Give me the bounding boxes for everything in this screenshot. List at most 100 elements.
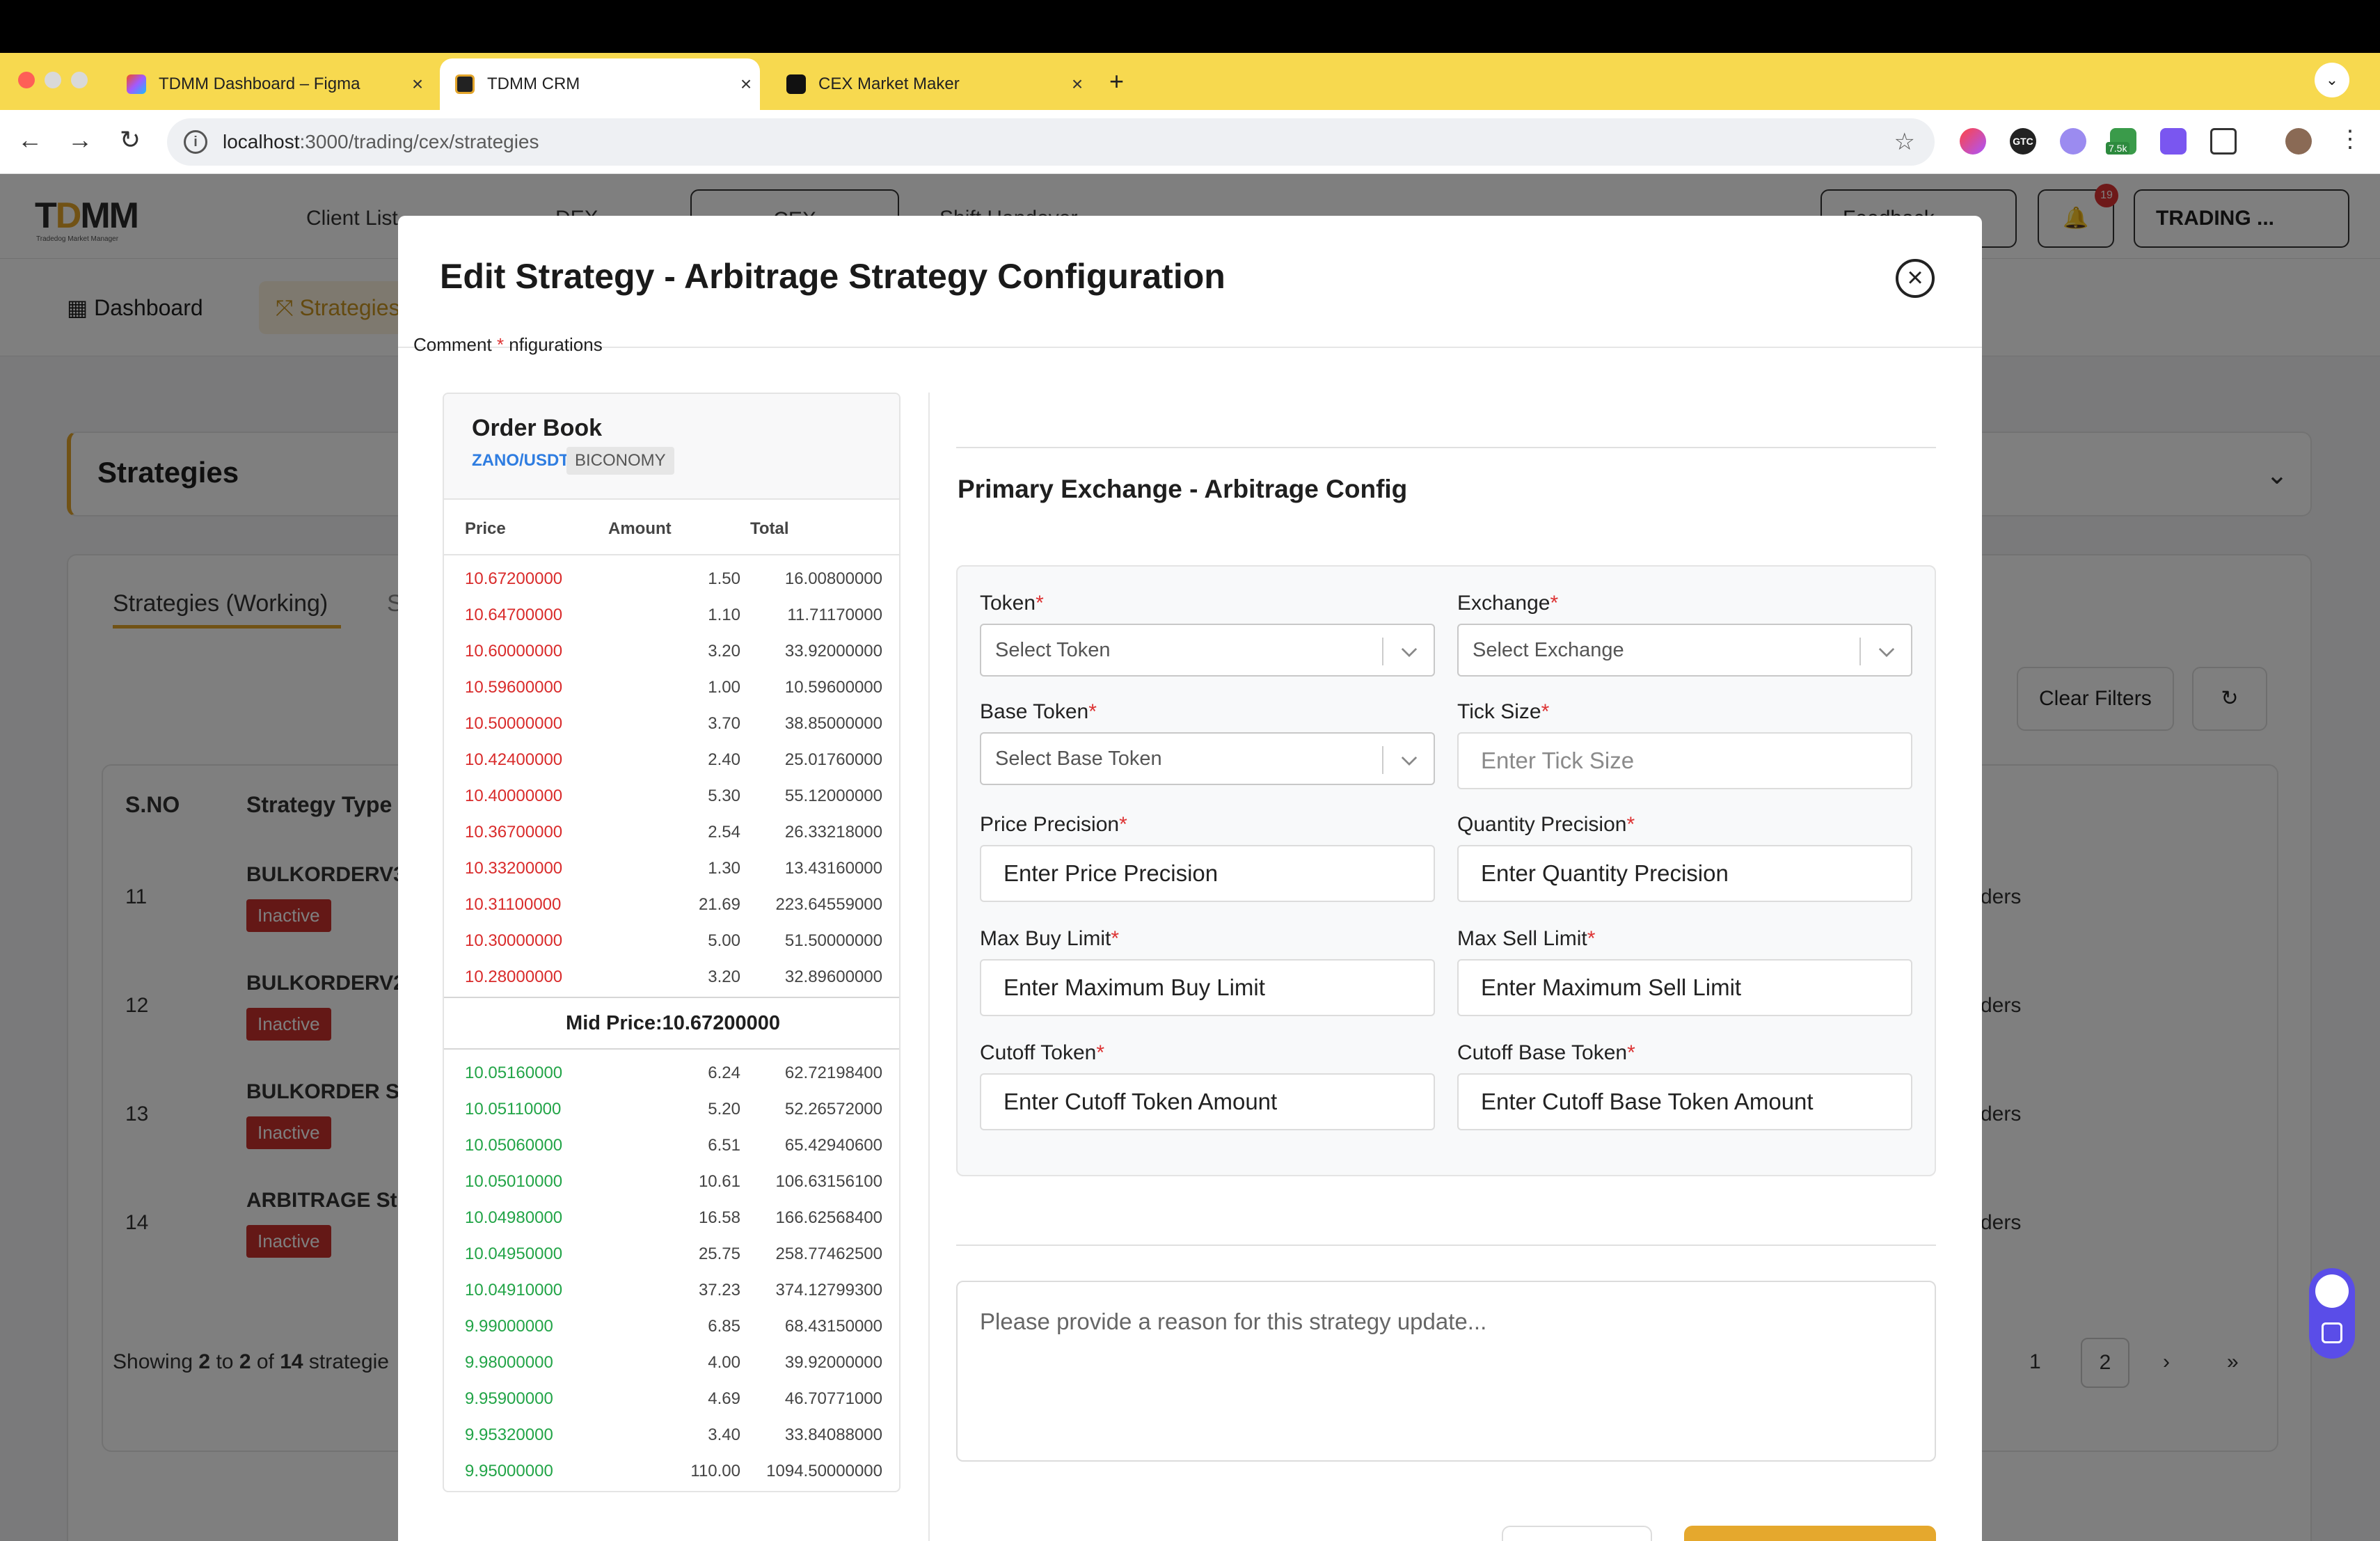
assistant-icon[interactable] bbox=[2315, 1274, 2349, 1308]
order-price: 10.05060000 bbox=[465, 1136, 563, 1155]
capture-icon[interactable] bbox=[2322, 1322, 2342, 1343]
column-header-amount: Amount bbox=[608, 519, 672, 538]
browser-menu-icon[interactable]: ⋮ bbox=[2333, 125, 2367, 153]
window-minimize-button[interactable] bbox=[45, 72, 61, 88]
token-label: Token* bbox=[980, 592, 1044, 615]
order-total: 25.01760000 bbox=[784, 750, 882, 769]
close-icon[interactable]: × bbox=[404, 73, 431, 95]
modal-tab-strip[interactable]: Comment * nfigurations bbox=[413, 334, 603, 356]
extension-wing-icon[interactable] bbox=[2060, 128, 2086, 155]
max-sell-limit-label: Max Sell Limit* bbox=[1457, 927, 1596, 950]
order-price: 10.59600000 bbox=[465, 678, 563, 697]
app-icon bbox=[786, 74, 806, 94]
ask-order-row[interactable]: 10.67200000 1.50 16.00800000 bbox=[444, 561, 899, 597]
bid-order-row[interactable]: 9.95000000 110.00 1094.50000000 bbox=[444, 1453, 899, 1489]
bookmark-star-icon[interactable]: ☆ bbox=[1894, 128, 1915, 156]
order-amount: 3.70 bbox=[708, 714, 740, 733]
browser-tab-tdmm-crm[interactable]: TDMM CRM × bbox=[440, 58, 760, 110]
bid-order-row[interactable]: 9.95900000 4.69 46.70771000 bbox=[444, 1381, 899, 1417]
max-buy-limit-label: Max Buy Limit* bbox=[980, 927, 1120, 950]
exchange-select[interactable]: Select Exchange bbox=[1457, 624, 1912, 677]
browser-tab-cex-market-maker[interactable]: CEX Market Maker × bbox=[771, 58, 1091, 110]
bid-order-row[interactable]: 10.05160000 6.24 62.72198400 bbox=[444, 1055, 899, 1091]
ask-order-row[interactable]: 10.64700000 1.10 11.71170000 bbox=[444, 597, 899, 633]
price-precision-input[interactable] bbox=[980, 845, 1435, 902]
bid-order-row[interactable]: 10.04910000 37.23 374.12799300 bbox=[444, 1272, 899, 1309]
tab-title: TDMM CRM bbox=[487, 74, 580, 93]
ask-order-row[interactable]: 10.60000000 3.20 33.92000000 bbox=[444, 633, 899, 670]
save-button[interactable] bbox=[1684, 1526, 1936, 1541]
site-info-icon[interactable]: i bbox=[184, 130, 207, 154]
new-tab-button[interactable]: + bbox=[1109, 67, 1124, 96]
order-amount: 1.10 bbox=[708, 606, 740, 624]
ask-order-row[interactable]: 10.33200000 1.30 13.43160000 bbox=[444, 851, 899, 887]
address-bar[interactable]: i localhost:3000/trading/cex/strategies … bbox=[167, 118, 1935, 166]
exchange-badge: BICONOMY bbox=[566, 447, 674, 475]
config-section-title: Primary Exchange - Arbitrage Config bbox=[958, 475, 1408, 503]
order-amount: 2.40 bbox=[708, 750, 740, 769]
order-total: 51.50000000 bbox=[784, 931, 882, 950]
ask-order-row[interactable]: 10.42400000 2.40 25.01760000 bbox=[444, 742, 899, 778]
ask-order-row[interactable]: 10.30000000 5.00 51.50000000 bbox=[444, 923, 899, 959]
back-arrow-icon[interactable]: ← bbox=[13, 125, 47, 155]
order-amount: 6.85 bbox=[708, 1317, 740, 1336]
ask-order-row[interactable]: 10.36700000 2.54 26.33218000 bbox=[444, 814, 899, 851]
window-zoom-button[interactable] bbox=[71, 72, 88, 88]
cutoff-base-token-input[interactable] bbox=[1457, 1073, 1912, 1130]
order-total: 223.64559000 bbox=[775, 895, 883, 914]
window-close-button[interactable] bbox=[18, 72, 35, 88]
extensions-puzzle-icon[interactable] bbox=[2210, 128, 2237, 155]
order-total: 39.92000000 bbox=[784, 1353, 882, 1372]
order-price: 10.36700000 bbox=[465, 823, 563, 841]
ask-order-row[interactable]: 10.59600000 1.00 10.59600000 bbox=[444, 670, 899, 706]
cancel-button[interactable] bbox=[1502, 1526, 1652, 1541]
bid-order-row[interactable]: 9.95320000 3.40 33.84088000 bbox=[444, 1417, 899, 1453]
order-amount: 10.61 bbox=[698, 1172, 740, 1191]
order-amount: 1.30 bbox=[708, 859, 740, 878]
order-amount: 4.69 bbox=[708, 1389, 740, 1408]
floating-assistant-widget[interactable] bbox=[2309, 1268, 2355, 1359]
close-icon[interactable]: × bbox=[1063, 73, 1091, 95]
order-price: 9.95320000 bbox=[465, 1425, 553, 1444]
extension-icon[interactable] bbox=[1960, 128, 1986, 155]
order-price: 10.05110000 bbox=[465, 1100, 562, 1119]
max-buy-limit-input[interactable] bbox=[980, 959, 1435, 1016]
token-select[interactable]: Select Token bbox=[980, 624, 1435, 677]
order-amount: 16.58 bbox=[698, 1208, 740, 1227]
bid-order-row[interactable]: 9.98000000 4.00 39.92000000 bbox=[444, 1345, 899, 1381]
chevron-down-icon bbox=[1878, 647, 1895, 658]
cutoff-token-input[interactable] bbox=[980, 1073, 1435, 1130]
order-amount: 25.75 bbox=[698, 1244, 740, 1263]
order-price: 10.40000000 bbox=[465, 787, 563, 805]
update-reason-textarea[interactable] bbox=[956, 1281, 1936, 1462]
close-icon[interactable]: × bbox=[1896, 259, 1935, 298]
bid-order-row[interactable]: 10.05110000 5.20 52.26572000 bbox=[444, 1091, 899, 1128]
extension-gear-icon[interactable] bbox=[2160, 128, 2187, 155]
profile-avatar[interactable] bbox=[2285, 128, 2312, 155]
base-token-select[interactable]: Select Base Token bbox=[980, 732, 1435, 785]
quantity-precision-input[interactable] bbox=[1457, 845, 1912, 902]
bid-order-row[interactable]: 10.05010000 10.61 106.63156100 bbox=[444, 1164, 899, 1200]
order-total: 26.33218000 bbox=[784, 823, 882, 841]
tick-size-input[interactable] bbox=[1457, 732, 1912, 789]
ask-order-row[interactable]: 10.31100000 21.69 223.64559000 bbox=[444, 887, 899, 923]
extension-gtc-icon[interactable]: GTC bbox=[2010, 128, 2036, 155]
bid-order-row[interactable]: 9.99000000 6.85 68.43150000 bbox=[444, 1309, 899, 1345]
close-icon[interactable]: × bbox=[732, 73, 760, 95]
order-amount: 3.40 bbox=[708, 1425, 740, 1444]
forward-arrow-icon[interactable]: → bbox=[63, 125, 97, 155]
browser-tab-figma[interactable]: TDMM Dashboard – Figma × bbox=[111, 58, 431, 110]
order-price: 10.33200000 bbox=[465, 859, 563, 878]
bid-order-row[interactable]: 10.05060000 6.51 65.42940600 bbox=[444, 1128, 899, 1164]
bid-order-row[interactable]: 10.04980000 16.58 166.62568400 bbox=[444, 1200, 899, 1236]
order-total: 166.62568400 bbox=[775, 1208, 883, 1227]
ask-order-row[interactable]: 10.50000000 3.70 38.85000000 bbox=[444, 706, 899, 742]
cutoff-token-label: Cutoff Token* bbox=[980, 1041, 1105, 1064]
bid-order-row[interactable]: 10.04950000 25.75 258.77462500 bbox=[444, 1236, 899, 1272]
ask-order-row[interactable]: 10.28000000 3.20 32.89600000 bbox=[444, 959, 899, 995]
order-amount: 21.69 bbox=[698, 895, 740, 914]
ask-order-row[interactable]: 10.40000000 5.30 55.12000000 bbox=[444, 778, 899, 814]
tab-search-button[interactable]: ⌄ bbox=[2315, 63, 2349, 97]
reload-icon[interactable]: ↻ bbox=[113, 125, 148, 155]
max-sell-limit-input[interactable] bbox=[1457, 959, 1912, 1016]
